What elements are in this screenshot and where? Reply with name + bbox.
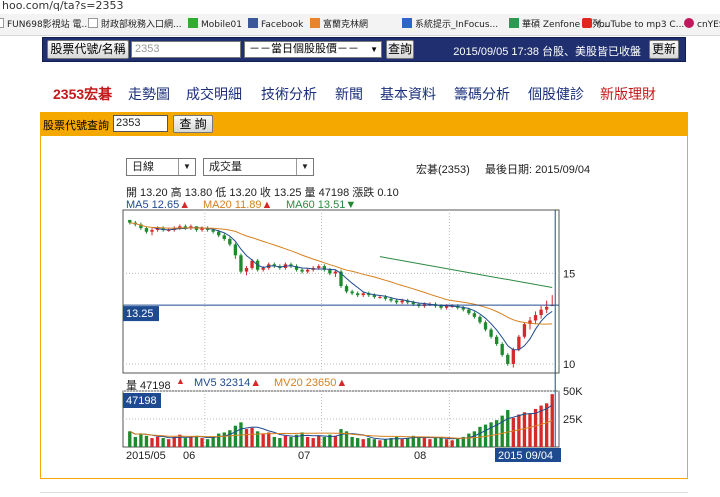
asus-icon bbox=[509, 18, 519, 28]
bookmark-label: Mobile01 bbox=[201, 20, 242, 30]
ohlc-readout: 開 13.20 高 13.80 低 13.20 收 13.25 量 47198 … bbox=[126, 187, 399, 199]
nav-trend[interactable]: 走勢圖 bbox=[128, 84, 170, 104]
up-arrow-icon: ▲ bbox=[250, 377, 262, 389]
refresh-button[interactable]: 更新 bbox=[649, 40, 679, 59]
nav-stock-name[interactable]: 2353宏碁 bbox=[53, 84, 112, 104]
last-date: 最後日期: 2015/09/04 bbox=[485, 164, 591, 176]
nav-chips[interactable]: 籌碼分析 bbox=[454, 84, 510, 104]
indicator-select[interactable]: 成交量 ▼ bbox=[203, 158, 314, 176]
query-button[interactable]: 查詢 bbox=[386, 40, 414, 59]
period-select-value: 日線 bbox=[132, 161, 154, 173]
facebook-icon bbox=[248, 18, 258, 28]
cnyes-icon bbox=[684, 18, 694, 28]
bookmark-label: cnYES bbox=[697, 20, 720, 30]
bookmark-label: 富蘭克林網 bbox=[323, 20, 369, 30]
ma5-value: MA5 12.65 bbox=[126, 199, 180, 211]
nav-news[interactable]: 新聞 bbox=[335, 84, 363, 104]
bookmark-item[interactable]: Mobile01 bbox=[188, 18, 242, 31]
stock-lookup-toolbar: 股票代號/名稱 2353 －－當日個股股價－－ ▼ 查詢 2015/09/05 1… bbox=[42, 37, 686, 62]
lookup-label-button[interactable]: 股票代號/名稱 bbox=[47, 40, 129, 59]
market-select-value: －－當日個股股價－－ bbox=[249, 43, 359, 55]
ma20-value: MA20 11.89 bbox=[203, 199, 262, 211]
bookmark-item[interactable]: 系統提示_InFocus... bbox=[402, 18, 498, 31]
volume-readout: 量 47198 bbox=[126, 380, 171, 392]
address-bar[interactable]: hoo.com/q/ta?s=2353 bbox=[0, 0, 720, 14]
bookmark-item[interactable]: 財政部稅務入口網... bbox=[88, 18, 182, 31]
ma60-value: MA60 13.51 bbox=[286, 199, 346, 211]
bookmark-item[interactable]: cnYES bbox=[684, 18, 720, 31]
mv5-readout: MV5 32314▲ bbox=[194, 377, 261, 389]
up-arrow-icon: ▲ bbox=[179, 199, 191, 211]
down-arrow-icon: ▼ bbox=[345, 199, 357, 211]
nav-trade-details[interactable]: 成交明細 bbox=[186, 84, 242, 104]
nav-basic-info[interactable]: 基本資料 bbox=[380, 84, 436, 104]
bookmark-label: 財政部稅務入口網... bbox=[101, 20, 182, 30]
bookmark-item[interactable]: Facebook bbox=[248, 18, 303, 31]
ma60-readout: MA60 13.51▼ bbox=[286, 199, 356, 211]
search-button[interactable]: 查 詢 bbox=[173, 115, 213, 133]
search-input[interactable]: 2353 bbox=[113, 115, 168, 132]
up-arrow-icon: ▲ bbox=[261, 199, 273, 211]
mobile01-icon bbox=[188, 18, 198, 28]
bookmark-item[interactable]: 富蘭克林網 bbox=[310, 18, 368, 31]
up-arrow-icon: ▲ bbox=[176, 376, 185, 386]
stock-search-bar: 股票代號查詢 2353 查 詢 bbox=[40, 112, 688, 136]
chevron-down-icon: ▼ bbox=[296, 159, 313, 175]
mv5-value: MV5 32314 bbox=[194, 377, 251, 389]
page-icon bbox=[0, 18, 4, 28]
nav-new-finance[interactable]: 新版理財 bbox=[600, 84, 656, 104]
chevron-down-icon: ▼ bbox=[370, 45, 378, 54]
youtube-icon bbox=[582, 18, 592, 28]
bookmarks-bar: FUN698影視站 電... 財政部稅務入口網... Mobile01 Faceboo… bbox=[0, 14, 720, 36]
bookmark-item[interactable]: FUN698影視站 電... bbox=[0, 18, 90, 31]
url-text: hoo.com/q/ta?s=2353 bbox=[2, 0, 124, 12]
nav-technical[interactable]: 技術分析 bbox=[261, 84, 317, 104]
infocus-icon bbox=[402, 18, 412, 28]
indicator-select-value: 成交量 bbox=[209, 161, 242, 173]
mv20-readout: MV20 23650▲ bbox=[274, 377, 347, 389]
period-select[interactable]: 日線 ▼ bbox=[126, 158, 196, 176]
ma5-readout: MA5 12.65▲ bbox=[126, 199, 190, 211]
bookmark-label: Facebook bbox=[261, 20, 304, 30]
stock-code-input[interactable]: 2353 bbox=[131, 41, 241, 58]
franklin-icon bbox=[310, 18, 320, 28]
search-label: 股票代號查詢 bbox=[43, 120, 109, 132]
stock-title: 宏碁(2353) bbox=[416, 164, 470, 176]
up-arrow-icon: ▲ bbox=[336, 377, 348, 389]
bookmark-label: FUN698影視站 電... bbox=[7, 20, 91, 30]
bookmark-label: 系統提示_InFocus... bbox=[415, 20, 499, 30]
page-icon bbox=[88, 18, 98, 28]
market-status-text: 2015/09/05 17:38 台股、美股皆已收盤 bbox=[453, 46, 641, 58]
bookmark-label: YouTube to mp3 C... bbox=[595, 20, 685, 30]
market-select[interactable]: －－當日個股股價－－ ▼ bbox=[244, 41, 382, 58]
chevron-down-icon: ▼ bbox=[178, 159, 195, 175]
ma20-readout: MA20 11.89▲ bbox=[203, 199, 272, 211]
bookmark-item[interactable]: YouTube to mp3 C... bbox=[582, 18, 684, 31]
nav-health[interactable]: 個股健診 bbox=[528, 84, 584, 104]
page-divider bbox=[40, 492, 688, 493]
mv20-value: MV20 23650 bbox=[274, 377, 337, 389]
